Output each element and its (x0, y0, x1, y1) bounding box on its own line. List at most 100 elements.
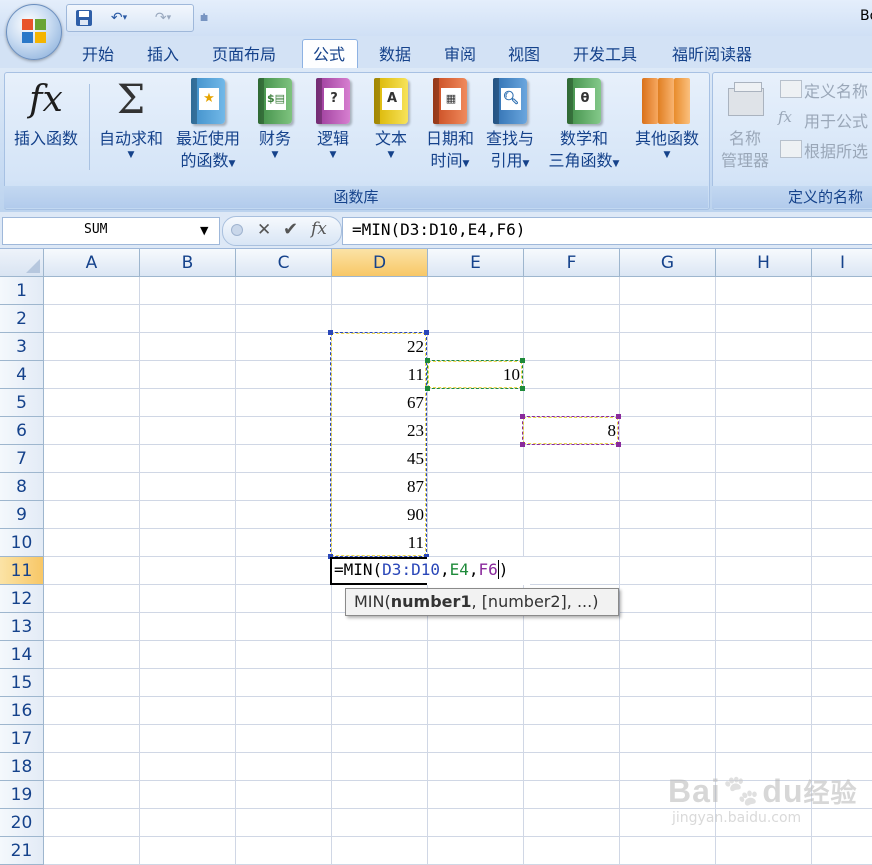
insert-function-fx-icon[interactable]: fx (311, 219, 327, 239)
row-header-7[interactable]: 7 (0, 445, 44, 473)
column-header-f[interactable]: F (524, 249, 620, 277)
formula-ref-1: D3:D10 (382, 560, 440, 579)
range-handle[interactable] (616, 442, 621, 447)
create-from-selection-button[interactable]: 根据所选 (804, 138, 868, 162)
logical-button[interactable]: ? 逻辑 ▼ (312, 74, 354, 160)
date-time-button[interactable]: ▦ 日期和 时间▼ (422, 74, 478, 175)
create-from-selection-icon (780, 140, 802, 158)
range-handle[interactable] (520, 386, 525, 391)
row-header-14[interactable]: 14 (0, 641, 44, 669)
row-header-20[interactable]: 20 (0, 809, 44, 837)
tab-review[interactable]: 审阅 (444, 44, 476, 66)
row-header-21[interactable]: 21 (0, 837, 44, 865)
formula-prefix: =MIN( (334, 560, 383, 579)
name-manager-label: 名称 (728, 129, 761, 148)
formula-separator: , (468, 560, 479, 579)
more-functions-button[interactable]: 其他函数 ▼ (628, 74, 706, 160)
text-button[interactable]: A 文本 ▼ (370, 74, 412, 160)
row-gridline (44, 696, 872, 697)
range-handle[interactable] (328, 330, 333, 335)
tab-formulas[interactable]: 公式 (313, 44, 345, 66)
use-in-formula-icon: fx (778, 108, 793, 126)
define-name-icon (780, 80, 802, 98)
range-marquee-f6 (522, 416, 619, 445)
select-all-corner[interactable] (0, 249, 44, 277)
tab-view[interactable]: 视图 (508, 44, 540, 66)
column-header-a[interactable]: A (44, 249, 140, 277)
watermark-url: jingyan.baidu.com (672, 810, 802, 826)
chevron-down-icon: ▼ (387, 150, 395, 160)
row-header-13[interactable]: 13 (0, 613, 44, 641)
math-label-2: 三角函数▼ (548, 151, 620, 170)
column-gridline (235, 277, 236, 865)
column-header-i[interactable]: I (812, 249, 872, 277)
column-header-e[interactable]: E (428, 249, 524, 277)
define-name-button[interactable]: 定义名称 (804, 78, 868, 102)
range-handle[interactable] (425, 358, 430, 363)
range-handle[interactable] (520, 442, 525, 447)
lookup-reference-button[interactable]: 🔍︎ 查找与 引用▼ (481, 74, 539, 175)
row-header-4[interactable]: 4 (0, 361, 44, 389)
row-header-2[interactable]: 2 (0, 305, 44, 333)
undo-icon[interactable]: ↶ ▾ (101, 8, 137, 28)
row-header-15[interactable]: 15 (0, 669, 44, 697)
math-trig-button[interactable]: θ 数学和 三角函数▼ (540, 74, 628, 175)
row-header-10[interactable]: 10 (0, 529, 44, 557)
range-handle[interactable] (520, 358, 525, 363)
save-icon[interactable] (73, 8, 95, 28)
name-manager-button[interactable]: 名称 管理器 (714, 74, 776, 172)
text-book-icon: A (374, 78, 408, 124)
row-header-12[interactable]: 12 (0, 585, 44, 613)
column-header-d[interactable]: D (332, 249, 428, 277)
row-header-5[interactable]: 5 (0, 389, 44, 417)
tab-insert[interactable]: 插入 (147, 44, 179, 66)
range-handle[interactable] (520, 414, 525, 419)
autosum-button[interactable]: Σ 自动求和 ▼ (93, 74, 169, 160)
paw-icon: 🐾︎ (720, 773, 763, 809)
tab-developer[interactable]: 开发工具 (573, 44, 637, 66)
column-header-c[interactable]: C (236, 249, 332, 277)
math-book-icon: θ (567, 78, 601, 124)
row-header-1[interactable]: 1 (0, 277, 44, 305)
column-header-h[interactable]: H (716, 249, 812, 277)
recently-used-button[interactable]: ★ 最近使用 的函数▼ (170, 74, 246, 175)
row-header-18[interactable]: 18 (0, 753, 44, 781)
tab-data[interactable]: 数据 (379, 44, 411, 66)
range-handle[interactable] (616, 414, 621, 419)
insert-function-button[interactable]: fx 插入函数 (6, 74, 86, 150)
row-header-17[interactable]: 17 (0, 725, 44, 753)
tab-page-layout[interactable]: 页面布局 (212, 44, 276, 66)
row-header-8[interactable]: 8 (0, 473, 44, 501)
row-gridline (44, 500, 872, 501)
use-in-formula-button[interactable]: 用于公式 (804, 108, 868, 132)
row-header-6[interactable]: 6 (0, 417, 44, 445)
row-gridline (44, 668, 872, 669)
cancel-icon[interactable]: ✕ (257, 220, 271, 240)
tooltip-current-argument[interactable]: number1 (391, 592, 472, 611)
chevron-down-icon[interactable]: ▼ (200, 224, 208, 237)
financial-button[interactable]: $▤ 财务 ▼ (254, 74, 296, 160)
name-box[interactable] (2, 217, 220, 245)
more-functions-label: 其他函数 (634, 129, 699, 148)
office-button[interactable] (6, 4, 62, 60)
column-header-g[interactable]: G (620, 249, 716, 277)
range-handle[interactable] (424, 330, 429, 335)
enter-check-icon[interactable]: ✔ (283, 219, 298, 240)
tab-foxit-reader[interactable]: 福昕阅读器 (672, 44, 752, 66)
row-header-19[interactable]: 19 (0, 781, 44, 809)
customize-qat-icon[interactable]: ⩧ (200, 10, 208, 26)
row-header-9[interactable]: 9 (0, 501, 44, 529)
row-header-16[interactable]: 16 (0, 697, 44, 725)
function-library-label: 函数库 (4, 186, 708, 208)
redo-icon[interactable]: ↷ ▾ (145, 8, 181, 28)
tab-home[interactable]: 开始 (82, 44, 114, 66)
column-gridline (619, 277, 620, 865)
window-title: Bo (860, 8, 872, 24)
row-header-3[interactable]: 3 (0, 333, 44, 361)
range-handle[interactable] (425, 386, 430, 391)
function-tooltip[interactable]: MIN(number1, [number2], ...) (345, 588, 619, 616)
row-header-11[interactable]: 11 (0, 557, 44, 585)
date-time-label-2: 时间▼ (430, 151, 470, 170)
row-gridline (44, 528, 872, 529)
column-header-b[interactable]: B (140, 249, 236, 277)
